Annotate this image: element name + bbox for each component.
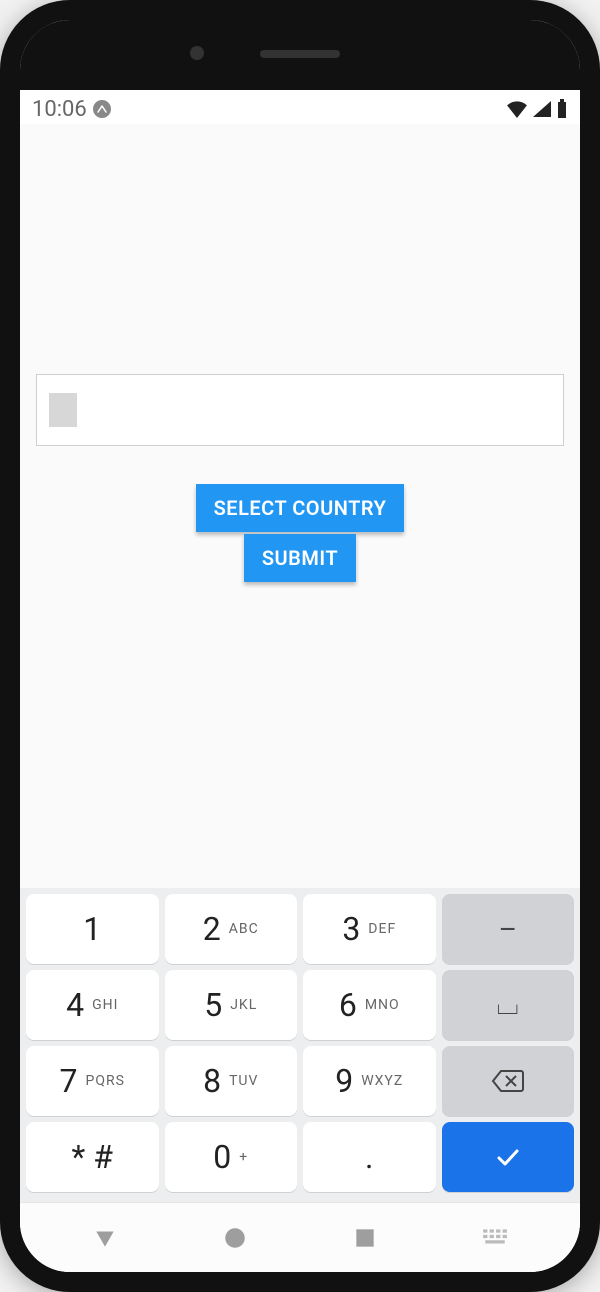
nav-keyboard-icon[interactable] (482, 1228, 508, 1248)
key-letters: MNO (365, 997, 400, 1013)
key-letters: TUV (229, 1073, 258, 1089)
key-8[interactable]: 8 TUV (165, 1046, 298, 1116)
key-digit: 3 (342, 910, 360, 948)
key-digit: * # (72, 1138, 113, 1176)
key-5[interactable]: 5 JKL (165, 970, 298, 1040)
key-digit: 4 (66, 986, 84, 1024)
battery-icon (556, 99, 568, 119)
text-cursor (49, 393, 77, 427)
nav-back-icon[interactable] (92, 1225, 118, 1251)
keyboard-row: 4 GHI 5 JKL 6 MNO ⌴ (26, 970, 574, 1040)
nav-recents-icon[interactable] (352, 1225, 378, 1251)
key-2[interactable]: 2 ABC (165, 894, 298, 964)
android-nav-bar (20, 1202, 580, 1272)
front-camera (190, 46, 204, 60)
status-bar: 10:06 (20, 90, 580, 124)
key-backspace[interactable] (442, 1046, 575, 1116)
key-enter[interactable] (442, 1122, 575, 1192)
select-country-button[interactable]: SELECT COUNTRY (196, 484, 405, 532)
status-left: 10:06 (32, 97, 111, 122)
key-3[interactable]: 3 DEF (303, 894, 436, 964)
phone-input[interactable] (36, 374, 564, 446)
key-space[interactable]: ⌴ (442, 970, 575, 1040)
key-digit: . (365, 1138, 373, 1176)
key-1[interactable]: 1 (26, 894, 159, 964)
device-bezel-top (20, 20, 580, 90)
key-digit: 2 (203, 910, 221, 948)
key-letters: WXYZ (361, 1073, 403, 1089)
key-7[interactable]: 7 PQRS (26, 1046, 159, 1116)
key-letters: ABC (229, 921, 259, 937)
key-letters: + (239, 1149, 248, 1165)
keyboard-row: * #0+. (26, 1122, 574, 1192)
key-0[interactable]: 0+ (165, 1122, 298, 1192)
key-letters: DEF (368, 921, 396, 937)
nav-home-icon[interactable] (222, 1225, 248, 1251)
numeric-keyboard: 1 2 ABC 3 DEF – 4 GHI 5 JKL 6 MNO ⌴ 7 PQRS 8 TUV 9 WXYZ * #… (20, 888, 580, 1202)
key-digit: 7 (60, 1062, 78, 1100)
key-digit: 1 (83, 910, 101, 948)
status-clock: 10:06 (32, 97, 87, 122)
key-digit: 5 (204, 986, 222, 1024)
submit-button[interactable]: SUBMIT (244, 534, 356, 582)
speaker-grill (260, 50, 340, 58)
phone-input-wrapper (36, 374, 564, 446)
phone-frame: 10:06 (0, 0, 600, 1292)
key-9[interactable]: 9 WXYZ (303, 1046, 436, 1116)
wifi-icon (506, 100, 528, 118)
key-digit: 8 (203, 1062, 221, 1100)
cellular-icon (532, 100, 552, 118)
keyboard-row: 7 PQRS 8 TUV 9 WXYZ (26, 1046, 574, 1116)
key-dash[interactable]: – (442, 894, 575, 964)
key-4[interactable]: 4 GHI (26, 970, 159, 1040)
key-letters: GHI (92, 997, 118, 1013)
key-digit: 6 (339, 986, 357, 1024)
key-6[interactable]: 6 MNO (303, 970, 436, 1040)
key-letters: JKL (230, 997, 257, 1013)
status-right (506, 99, 568, 119)
keyboard-row: 1 2 ABC 3 DEF – (26, 894, 574, 964)
expo-icon (93, 100, 111, 118)
button-group: SELECT COUNTRY SUBMIT (20, 484, 580, 582)
key-* #[interactable]: * # (26, 1122, 159, 1192)
key-digit: 9 (335, 1062, 353, 1100)
key-.[interactable]: . (303, 1122, 436, 1192)
key-letters: PQRS (86, 1073, 125, 1089)
key-digit: 0 (213, 1138, 231, 1176)
